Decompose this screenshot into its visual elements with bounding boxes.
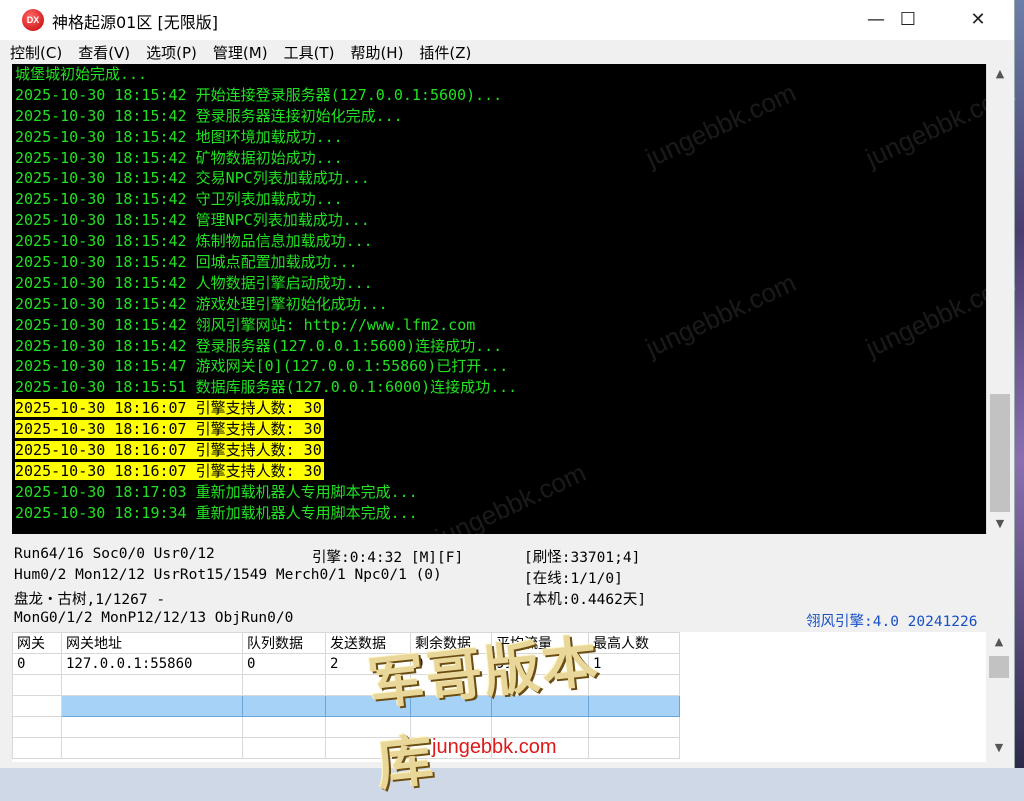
log-line: 2025-10-30 18:16:07 引擎支持人数: 30: [12, 398, 986, 419]
log-line-text: 2025-10-30 18:15:42 登录服务器(127.0.0.1:5600…: [15, 336, 503, 355]
menu-options[interactable]: 选项(P): [140, 42, 203, 63]
log-line-text: 2025-10-30 18:15:51 数据库服务器(127.0.0.1:600…: [15, 378, 518, 397]
console-scrollbar[interactable]: ▲ ▼: [986, 64, 1013, 534]
table-row[interactable]: [12, 716, 680, 738]
log-line-text: 2025-10-30 18:15:42 游戏处理引擎初始化成功...: [15, 294, 388, 313]
status-engine-time: 引擎:0:4:32 [M][F]: [312, 550, 464, 566]
cell-send-data: 2: [325, 653, 411, 675]
log-line-text: 2025-10-30 18:15:42 交易NPC列表加载成功...: [15, 169, 370, 188]
table-header-row: 网关 网关地址 队列数据 发送数据 剩余数据 平均流量 最高人数: [12, 632, 680, 654]
log-line-text: 2025-10-30 18:16:07 引擎支持人数: 30: [15, 461, 324, 480]
log-line: 2025-10-30 18:15:47 游戏网关[0](127.0.0.1:55…: [12, 356, 986, 377]
log-line-text: 2025-10-30 18:15:42 矿物数据初始成功...: [15, 148, 343, 167]
cell-max-users: 1: [588, 653, 680, 675]
log-line-text: 2025-10-30 18:15:42 登录服务器连接初始化完成...: [15, 106, 403, 125]
log-line: 2025-10-30 18:15:42 登录服务器连接初始化完成...: [12, 106, 986, 127]
gateway-grid[interactable]: 网关 网关地址 队列数据 发送数据 剩余数据 平均流量 最高人数 0 127.0…: [12, 632, 1012, 762]
log-line-text: 2025-10-30 18:15:47 游戏网关[0](127.0.0.1:55…: [15, 357, 509, 376]
col-avg-traffic[interactable]: 平均流量: [491, 632, 589, 654]
scroll-thumb[interactable]: [990, 394, 1010, 512]
grid-scrollbar[interactable]: ▲ ▼: [986, 632, 1012, 762]
status-online: [在线:1/1/0]: [524, 571, 623, 587]
log-line: 2025-10-30 18:15:42 地图环境加载成功...: [12, 127, 986, 148]
log-line-text: 2025-10-30 18:15:42 回城点配置加载成功...: [15, 253, 358, 272]
menu-help[interactable]: 帮助(H): [344, 42, 409, 63]
log-line: 2025-10-30 18:16:07 引擎支持人数: 30: [12, 419, 986, 440]
close-button[interactable]: ✕: [948, 0, 1008, 40]
col-send-data[interactable]: 发送数据: [325, 632, 411, 654]
menu-tools[interactable]: 工具(T): [278, 42, 341, 63]
log-line: 2025-10-30 18:15:42 交易NPC列表加载成功...: [12, 168, 986, 189]
log-line: 2025-10-30 18:15:42 回城点配置加载成功...: [12, 252, 986, 273]
log-line: 2025-10-30 18:15:42 翎风引擎网站: http://www.l…: [12, 315, 986, 336]
status-map: 盘龙・古树,1/1267 -: [14, 592, 166, 608]
scroll-up-icon[interactable]: ▲: [987, 64, 1013, 84]
log-line: 2025-10-30 18:15:51 数据库服务器(127.0.0.1:600…: [12, 377, 986, 398]
cell-queue-data: 0: [242, 653, 326, 675]
scroll-down-icon[interactable]: ▼: [987, 514, 1013, 534]
log-line: 2025-10-30 18:15:42 游戏处理引擎初始化成功...: [12, 294, 986, 315]
log-line-text: 2025-10-30 18:16:07 引擎支持人数: 30: [15, 420, 324, 439]
log-line-text: 2025-10-30 18:15:42 开始连接登录服务器(127.0.0.1:…: [15, 85, 503, 104]
col-queue-data[interactable]: 队列数据: [242, 632, 326, 654]
log-line-text: 2025-10-30 18:16:07 引擎支持人数: 30: [15, 441, 324, 460]
log-line: 2025-10-30 18:15:42 守卫列表加载成功...: [12, 189, 986, 210]
status-mon: MonG0/1/2 MonP12/12/13 ObjRun0/0: [14, 610, 294, 626]
status-panel: Run64/16 Soc0/0 Usr0/12 引擎:0:4:32 [M][F]…: [12, 544, 1012, 630]
table-row[interactable]: [12, 674, 680, 696]
menu-plugins[interactable]: 插件(Z): [413, 42, 477, 63]
cell-gateway-address: 127.0.0.1:55860: [61, 653, 243, 675]
col-max-users[interactable]: 最高人数: [588, 632, 680, 654]
log-line-text: 城堡城初始完成...: [15, 65, 148, 83]
table-row[interactable]: [12, 737, 680, 759]
window-title: 神格起源01区 [无限版]: [52, 13, 218, 32]
status-spawn: [刷怪:33701;4]: [524, 550, 641, 566]
log-line-text: 2025-10-30 18:16:07 引擎支持人数: 30: [15, 399, 324, 418]
log-line: 2025-10-30 18:15:42 登录服务器(127.0.0.1:5600…: [12, 336, 986, 357]
col-gateway[interactable]: 网关: [12, 632, 62, 654]
log-line-text: 2025-10-30 18:15:42 管理NPC列表加载成功...: [15, 211, 370, 230]
menu-manage[interactable]: 管理(M): [207, 42, 274, 63]
cell-gateway: 0: [12, 653, 62, 675]
grid-scroll-up-icon[interactable]: ▲: [986, 632, 1012, 652]
col-gateway-address[interactable]: 网关地址: [61, 632, 243, 654]
log-line: 2025-10-30 18:16:07 引擎支持人数: 30: [12, 440, 986, 461]
col-remaining-data[interactable]: 剩余数据: [410, 632, 492, 654]
log-line-text: 2025-10-30 18:15:42 地图环境加载成功...: [15, 127, 343, 146]
menu-view[interactable]: 查看(V): [72, 42, 136, 63]
table-row[interactable]: 0 127.0.0.1:55860 0 2 0 91b 1: [12, 653, 680, 675]
cell-avg-traffic: 91b: [491, 653, 589, 675]
table-row-selected[interactable]: [12, 695, 680, 717]
log-line-text: 2025-10-30 18:17:03 重新加载机器人专用脚本完成...: [15, 482, 418, 501]
log-line-text: 2025-10-30 18:15:42 翎风引擎网站: http://www.l…: [15, 315, 476, 334]
log-line: 2025-10-30 18:15:42 炼制物品信息加载成功...: [12, 231, 986, 252]
server-window: DX 神格起源01区 [无限版] — ☐ ✕ 控制(C) 查看(V) 选项(P)…: [0, 0, 1020, 798]
log-line-text: 2025-10-30 18:15:42 守卫列表加载成功...: [15, 190, 343, 209]
log-line: 2025-10-30 18:19:34 重新加载机器人专用脚本完成...: [12, 503, 986, 524]
log-line: 城堡城初始完成...: [12, 64, 986, 85]
cell-remaining-data: 0: [410, 653, 492, 675]
log-line-text: 2025-10-30 18:19:34 重新加载机器人专用脚本完成...: [15, 503, 418, 522]
status-hum: Hum0/2 Mon12/12 UsrRot15/1549 Merch0/1 N…: [14, 567, 442, 583]
log-console[interactable]: 城堡城初始完成... 2025-10-30 18:15:42 开始连接登录服务器(…: [12, 64, 986, 534]
log-line-text: 2025-10-30 18:15:42 人物数据引擎启动成功...: [15, 273, 373, 292]
status-uptime: [本机:0.4462天]: [524, 592, 647, 608]
log-line: 2025-10-30 18:15:42 矿物数据初始成功...: [12, 148, 986, 169]
log-line-text: 2025-10-30 18:15:42 炼制物品信息加载成功...: [15, 232, 373, 251]
engine-version: 翎风引擎:4.0 20241226: [806, 614, 978, 630]
log-line: 2025-10-30 18:15:42 开始连接登录服务器(127.0.0.1:…: [12, 85, 986, 106]
log-line: 2025-10-30 18:15:42 人物数据引擎启动成功...: [12, 273, 986, 294]
gateway-table: 网关 网关地址 队列数据 发送数据 剩余数据 平均流量 最高人数 0 127.0…: [12, 632, 680, 759]
menu-control[interactable]: 控制(C): [4, 42, 68, 63]
title-bar[interactable]: DX 神格起源01区 [无限版] — ☐ ✕: [0, 0, 1014, 40]
log-line: 2025-10-30 18:15:42 管理NPC列表加载成功...: [12, 210, 986, 231]
log-line: 2025-10-30 18:17:03 重新加载机器人专用脚本完成...: [12, 482, 986, 503]
grid-scroll-down-icon[interactable]: ▼: [986, 738, 1012, 758]
maximize-button[interactable]: ☐: [878, 0, 938, 40]
grid-scroll-thumb[interactable]: [989, 656, 1009, 678]
status-run: Run64/16 Soc0/0 Usr0/12: [14, 546, 215, 562]
app-icon: DX: [22, 9, 44, 31]
log-line: 2025-10-30 18:16:07 引擎支持人数: 30: [12, 461, 986, 482]
menu-bar: 控制(C) 查看(V) 选项(P) 管理(M) 工具(T) 帮助(H) 插件(Z…: [0, 40, 1014, 64]
